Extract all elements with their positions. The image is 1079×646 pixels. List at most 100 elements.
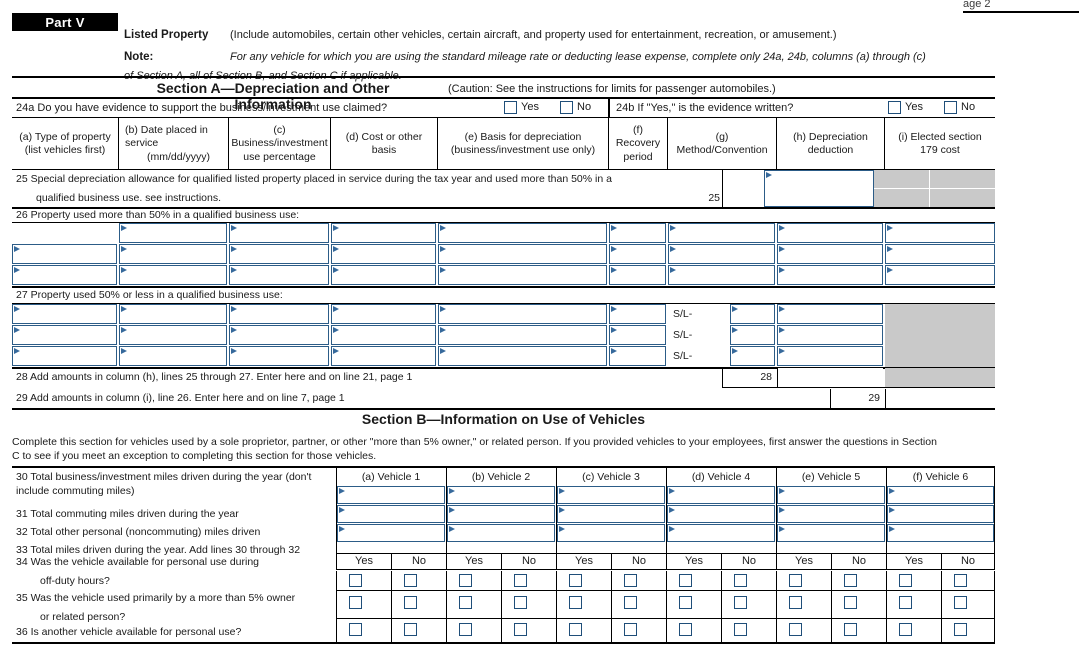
row27-3-col-g[interactable] [730, 346, 775, 366]
checkbox-35-vehicle-3-yes[interactable] [569, 596, 582, 609]
row27-2-col-e[interactable] [438, 325, 607, 345]
checkbox-36-vehicle-5-yes[interactable] [789, 623, 802, 636]
row27-3-col-h[interactable] [777, 346, 883, 366]
checkbox-36-vehicle-3-yes[interactable] [569, 623, 582, 636]
line-29-entry[interactable] [886, 389, 995, 409]
row26-1-col-c[interactable] [229, 223, 329, 243]
checkbox-35-vehicle-5-yes[interactable] [789, 596, 802, 609]
row26-3-col-g[interactable] [668, 265, 775, 285]
row27-2-col-a[interactable] [12, 325, 117, 345]
line-30-vehicle-4[interactable] [667, 486, 775, 504]
checkbox-36-vehicle-6-yes[interactable] [899, 623, 912, 636]
row26-3-col-e[interactable] [438, 265, 607, 285]
checkbox-34-vehicle-1-yes[interactable] [349, 574, 362, 587]
line-25-h-entry[interactable] [764, 170, 874, 207]
row26-2-col-e[interactable] [438, 244, 607, 264]
row27-1-col-a[interactable] [12, 304, 117, 324]
checkbox-35-vehicle-6-no[interactable] [954, 596, 967, 609]
checkbox-36-vehicle-5-no[interactable] [844, 623, 857, 636]
row26-3-col-c[interactable] [229, 265, 329, 285]
row27-1-col-b[interactable] [119, 304, 227, 324]
line-30-vehicle-1[interactable] [337, 486, 445, 504]
row26-1-col-e[interactable] [438, 223, 607, 243]
row27-3-col-c[interactable] [229, 346, 329, 366]
row26-2-col-f[interactable] [609, 244, 666, 264]
line-30-vehicle-2[interactable] [447, 486, 555, 504]
checkbox-35-vehicle-1-yes[interactable] [349, 596, 362, 609]
checkbox-34-vehicle-2-no[interactable] [514, 574, 527, 587]
row27-1-col-f[interactable] [609, 304, 666, 324]
row26-2-col-i[interactable] [885, 244, 995, 264]
line-31-vehicle-2[interactable] [447, 505, 555, 523]
row27-1-col-c[interactable] [229, 304, 329, 324]
checkbox-35-vehicle-1-no[interactable] [404, 596, 417, 609]
row26-1-col-d[interactable] [331, 223, 436, 243]
line-31-vehicle-3[interactable] [557, 505, 665, 523]
checkbox-35-vehicle-2-no[interactable] [514, 596, 527, 609]
checkbox-24a-no[interactable] [560, 100, 573, 114]
row26-1-col-i[interactable] [885, 223, 995, 243]
checkbox-34-vehicle-5-yes[interactable] [789, 574, 802, 587]
row26-2-col-c[interactable] [229, 244, 329, 264]
line-31-vehicle-1[interactable] [337, 505, 445, 523]
row26-1-col-h[interactable] [777, 223, 883, 243]
row27-1-col-d[interactable] [331, 304, 436, 324]
checkbox-34-vehicle-3-yes[interactable] [569, 574, 582, 587]
line-28-entry[interactable] [778, 368, 883, 388]
line-30-vehicle-5[interactable] [777, 486, 885, 504]
row26-1-col-f[interactable] [609, 223, 666, 243]
checkbox-34-vehicle-4-yes[interactable] [679, 574, 692, 587]
checkbox-34-vehicle-6-yes[interactable] [899, 574, 912, 587]
row26-2-col-d[interactable] [331, 244, 436, 264]
checkbox-34-vehicle-4-no[interactable] [734, 574, 747, 587]
row27-2-col-d[interactable] [331, 325, 436, 345]
line-31-vehicle-6[interactable] [887, 505, 994, 523]
row27-2-col-g[interactable] [730, 325, 775, 345]
checkbox-35-vehicle-2-yes[interactable] [459, 596, 472, 609]
line-32-vehicle-4[interactable] [667, 524, 775, 542]
checkbox-35-vehicle-4-yes[interactable] [679, 596, 692, 609]
row27-3-col-d[interactable] [331, 346, 436, 366]
checkbox-36-vehicle-4-yes[interactable] [679, 623, 692, 636]
checkbox-36-vehicle-1-no[interactable] [404, 623, 417, 636]
row27-3-col-e[interactable] [438, 346, 607, 366]
checkbox-36-vehicle-2-no[interactable] [514, 623, 527, 636]
checkbox-36-vehicle-3-no[interactable] [624, 623, 637, 636]
line-32-vehicle-6[interactable] [887, 524, 994, 542]
checkbox-35-vehicle-4-no[interactable] [734, 596, 747, 609]
checkbox-35-vehicle-3-no[interactable] [624, 596, 637, 609]
checkbox-36-vehicle-4-no[interactable] [734, 623, 747, 636]
row27-3-col-a[interactable] [12, 346, 117, 366]
row27-1-col-h[interactable] [777, 304, 883, 324]
row26-2-col-b[interactable] [119, 244, 227, 264]
checkbox-34-vehicle-1-no[interactable] [404, 574, 417, 587]
checkbox-36-vehicle-1-yes[interactable] [349, 623, 362, 636]
row27-2-col-b[interactable] [119, 325, 227, 345]
line-31-vehicle-5[interactable] [777, 505, 885, 523]
line-30-vehicle-6[interactable] [887, 486, 994, 504]
row27-3-col-b[interactable] [119, 346, 227, 366]
row27-2-col-h[interactable] [777, 325, 883, 345]
checkbox-35-vehicle-6-yes[interactable] [899, 596, 912, 609]
checkbox-35-vehicle-5-no[interactable] [844, 596, 857, 609]
row26-3-col-d[interactable] [331, 265, 436, 285]
line-31-vehicle-4[interactable] [667, 505, 775, 523]
checkbox-36-vehicle-2-yes[interactable] [459, 623, 472, 636]
line-32-vehicle-2[interactable] [447, 524, 555, 542]
row26-3-col-h[interactable] [777, 265, 883, 285]
row26-3-col-i[interactable] [885, 265, 995, 285]
line-32-vehicle-3[interactable] [557, 524, 665, 542]
row27-1-col-g[interactable] [730, 304, 775, 324]
row26-1-col-a[interactable] [12, 223, 118, 243]
row26-3-col-f[interactable] [609, 265, 666, 285]
row26-3-col-b[interactable] [119, 265, 227, 285]
row26-3-col-a[interactable] [12, 265, 117, 285]
row26-2-col-h[interactable] [777, 244, 883, 264]
checkbox-34-vehicle-6-no[interactable] [954, 574, 967, 587]
checkbox-36-vehicle-6-no[interactable] [954, 623, 967, 636]
checkbox-24a-yes[interactable] [504, 100, 517, 114]
row27-2-col-f[interactable] [609, 325, 666, 345]
checkbox-34-vehicle-2-yes[interactable] [459, 574, 472, 587]
line-30-vehicle-3[interactable] [557, 486, 665, 504]
checkbox-34-vehicle-5-no[interactable] [844, 574, 857, 587]
